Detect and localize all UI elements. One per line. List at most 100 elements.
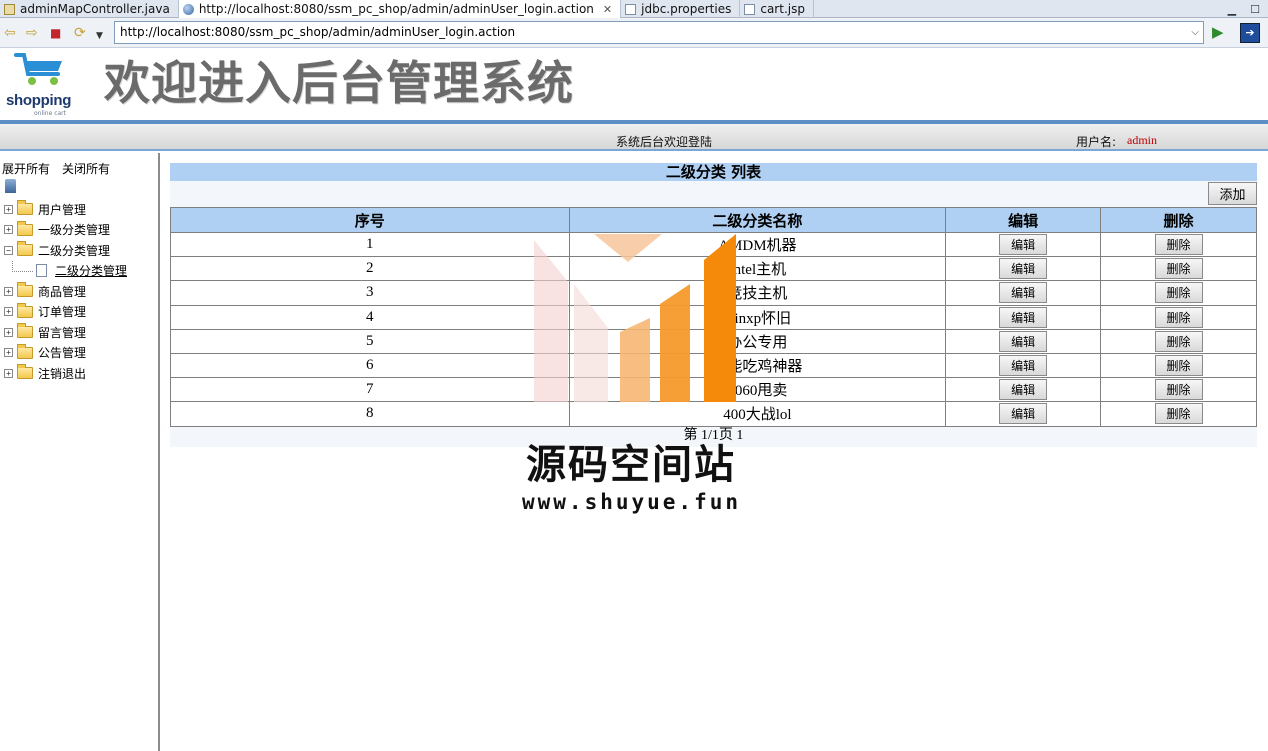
address-text: http://localhost:8080/ssm_pc_shop/admin/… [120,25,516,39]
edit-button[interactable]: 编辑 [999,282,1048,304]
edit-button[interactable]: 编辑 [999,258,1048,280]
tab-admin-login[interactable]: http://localhost:8080/ssm_pc_shop/admin/… [178,0,622,18]
edit-button[interactable]: 编辑 [999,306,1048,328]
history-dropdown-icon[interactable]: ▼ [96,28,103,44]
tab-admin-map-controller[interactable]: adminMapController.java [0,0,179,18]
expand-icon[interactable]: + [4,348,13,358]
delete-button[interactable]: 删除 [1154,403,1203,425]
edit-button[interactable]: 编辑 [999,355,1048,377]
site-header: shopping online cart 欢迎进入后台管理系统 [0,48,1268,120]
expand-icon[interactable]: + [4,225,13,235]
sidebar-item-label: 留言管理 [38,325,87,340]
sidebar-item-label: 注销退出 [38,366,87,381]
shopping-logo: shopping online cart [6,52,78,118]
table-header-row: 序号 二级分类名称 编辑 删除 [170,207,1257,233]
expand-icon[interactable]: + [4,204,13,214]
watermark-url: www.shuyue.fun [522,490,742,514]
sidebar-item-label: 商品管理 [38,284,87,299]
go-icon[interactable]: ▶ [1212,23,1224,41]
list-title: 二级分类 列表 [170,163,1257,181]
delete-button[interactable]: 删除 [1154,234,1203,256]
refresh-icon[interactable]: ⟳ [74,25,86,41]
sidebar-item-orders[interactable]: + 订单管理 [4,302,127,323]
edit-button[interactable]: 编辑 [999,330,1048,352]
watermark-logo [534,234,736,402]
watermark-title: 源码空间站 [526,442,736,488]
delete-button[interactable]: 删除 [1154,282,1203,304]
delete-button[interactable]: 删除 [1154,306,1203,328]
chevron-down-icon[interactable]: ⌵ [1191,22,1199,43]
row-no: 8 [170,401,570,427]
tab-label: cart.jsp [760,2,805,16]
column-header-no: 序号 [170,207,570,233]
sidebar-item-announcements[interactable]: + 公告管理 [4,343,127,364]
tab-cart-jsp[interactable]: cart.jsp [740,0,814,18]
folder-icon [17,282,33,298]
tab-label: http://localhost:8080/ssm_pc_shop/admin/… [198,2,594,16]
java-file-icon [4,3,15,15]
row-no: 7 [170,377,570,403]
minimize-icon[interactable]: ▁ [1228,3,1236,16]
folder-open-icon [17,241,33,257]
edit-button[interactable]: 编辑 [999,234,1048,256]
sidebar: 展开所有 关闭所有 + 用户管理 + 一级分类管理 − 二级分类管理 二级分类管… [0,153,160,751]
sidebar-subitem-category-level2[interactable]: 二级分类管理 [4,260,128,282]
cart-icon [14,53,62,85]
delete-button[interactable]: 删除 [1154,330,1203,352]
expand-icon[interactable]: + [4,368,13,378]
close-tab-icon[interactable]: ✕ [603,3,612,16]
table-row: 8 400大战lol 编辑 删除 [170,401,1257,427]
row-no: 1 [170,231,570,258]
expand-icon[interactable]: + [4,286,13,296]
user-name: admin [1127,133,1157,147]
row-name: 400大战lol [568,401,947,427]
column-header-edit: 编辑 [945,207,1102,233]
sidebar-item-label: 订单管理 [38,305,87,320]
edit-button[interactable]: 编辑 [999,403,1048,425]
tree-toolbar: 展开所有 关闭所有 [2,160,110,177]
sidebar-item-label: 二级分类管理 [55,264,128,279]
logo-text: shopping [6,92,72,109]
folder-icon [17,323,33,339]
sidebar-item-category-level2[interactable]: − 二级分类管理 [4,240,127,261]
expand-icon[interactable]: + [4,307,13,317]
sidebar-item-category-level1[interactable]: + 一级分类管理 [4,220,127,241]
expand-icon[interactable]: + [4,327,13,337]
sidebar-item-logout[interactable]: + 注销退出 [4,363,127,384]
column-header-name: 二级分类名称 [568,207,947,233]
sidebar-item-label: 二级分类管理 [38,243,111,258]
forward-icon[interactable]: ⇨ [26,25,38,41]
sidebar-item-products[interactable]: + 商品管理 [4,281,127,302]
maximize-icon[interactable]: ☐ [1250,3,1260,16]
folder-icon [17,200,33,216]
folder-icon [17,364,33,380]
welcome-text: 系统后台欢迎登陆 [616,135,713,149]
delete-button[interactable]: 删除 [1154,355,1203,377]
collapse-icon[interactable]: − [4,245,13,255]
page-title: 欢迎进入后台管理系统 [104,56,574,110]
row-no: 6 [170,352,570,379]
sidebar-item-user-management[interactable]: + 用户管理 [4,199,127,220]
sidebar-item-messages[interactable]: + 留言管理 [4,322,127,343]
expand-all-link[interactable]: 展开所有 [2,160,50,177]
row-no: 4 [170,304,570,330]
info-bar: 系统后台欢迎登陆 用户名: admin [0,124,1268,151]
stop-icon[interactable]: ■ [50,25,61,41]
folder-icon [17,220,33,236]
delete-button[interactable]: 删除 [1154,379,1203,401]
edit-button[interactable]: 编辑 [999,379,1048,401]
sidebar-item-label: 用户管理 [38,202,87,217]
back-icon[interactable]: ⇦ [4,25,16,41]
address-input[interactable]: http://localhost:8080/ssm_pc_shop/admin/… [114,21,1204,44]
delete-button[interactable]: 删除 [1154,258,1203,280]
add-button[interactable]: 添加 [1208,182,1257,205]
browser-navigation-bar: ⇦ ⇨ ■ ⟳ ▼ http://localhost:8080/ssm_pc_s… [0,18,1268,48]
tab-label: adminMapController.java [20,2,170,16]
tab-jdbc-properties[interactable]: jdbc.properties [621,0,741,18]
collapse-all-link[interactable]: 关闭所有 [62,160,110,177]
file-icon [744,3,756,15]
external-browser-icon[interactable]: ➔ [1240,23,1260,43]
globe-icon [182,3,194,15]
folder-icon [17,343,33,359]
nav-tree: + 用户管理 + 一级分类管理 − 二级分类管理 二级分类管理 + 商品管理 +… [4,199,127,384]
